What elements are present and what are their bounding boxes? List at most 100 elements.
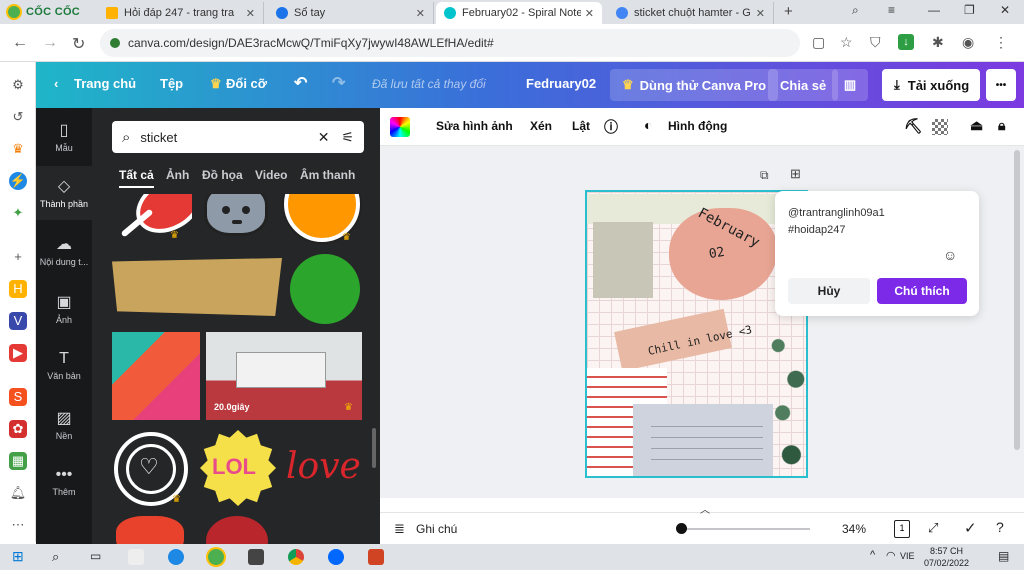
emoji-icon[interactable]: ☺ bbox=[943, 247, 957, 263]
check-circle-icon[interactable]: ✓ bbox=[964, 519, 977, 537]
browser-brand[interactable]: CỐC CỐC bbox=[0, 0, 96, 24]
undo-icon[interactable]: ↶ bbox=[294, 73, 307, 93]
stripe-graphic[interactable] bbox=[112, 332, 200, 420]
zalo-icon[interactable] bbox=[328, 549, 344, 565]
zoom-slider-handle[interactable] bbox=[676, 523, 687, 534]
green-circle-sticker[interactable] bbox=[288, 254, 364, 324]
crop-button[interactable]: Xén bbox=[530, 119, 552, 133]
duplicate-page-icon[interactable]: ⧉ bbox=[760, 168, 769, 183]
design-title[interactable]: Fedruary02 bbox=[526, 76, 596, 91]
add-shortcut-icon[interactable]: + bbox=[9, 248, 27, 266]
hoidap-shortcut-icon[interactable]: H bbox=[9, 280, 27, 298]
file-explorer-icon[interactable] bbox=[128, 549, 144, 565]
bookmark-star-icon[interactable]: ☆ bbox=[840, 34, 853, 51]
notification-bell-icon[interactable]: 🔔︎ bbox=[9, 484, 27, 502]
browser-tab-hoidap[interactable]: Hỏi đáp 247 - trang tra ✕ bbox=[98, 2, 264, 24]
filter-sliders-icon[interactable]: ⚟ bbox=[341, 129, 354, 146]
try-pro-button[interactable]: ♛ Dùng thử Canva Pro bbox=[610, 69, 779, 101]
edge-icon[interactable] bbox=[168, 549, 184, 565]
comment-mention[interactable]: @trantranglinh09a1 bbox=[788, 207, 885, 219]
v-shortcut-icon[interactable]: V bbox=[9, 312, 27, 330]
help-icon[interactable]: ? bbox=[996, 519, 1004, 535]
rail-uploads[interactable]: ☁ Nội dung t... bbox=[36, 234, 92, 267]
lottery-icon[interactable]: ✿ bbox=[9, 420, 27, 438]
video-thumbnail[interactable]: 20.0giây ♛ bbox=[206, 332, 362, 420]
minimize-icon[interactable]: — bbox=[928, 3, 940, 17]
download-button[interactable]: ⤓ Tải xuống bbox=[882, 69, 980, 101]
sheet-icon[interactable]: ▦ bbox=[9, 452, 27, 470]
tab-search-icon[interactable]: ⌕ bbox=[852, 3, 859, 18]
shopee-icon[interactable]: S bbox=[9, 388, 27, 406]
file-menu-button[interactable]: Tệp bbox=[160, 76, 183, 91]
forward-icon[interactable]: → bbox=[42, 34, 58, 52]
extensions-icon[interactable]: ✱ bbox=[932, 34, 944, 51]
edit-image-button[interactable]: Sửa hình ảnh bbox=[436, 119, 513, 133]
tab-photos[interactable]: Ảnh bbox=[166, 168, 189, 182]
history-icon[interactable]: ↺ bbox=[9, 108, 27, 126]
tab-video[interactable]: Video bbox=[255, 168, 287, 182]
add-page-icon[interactable]: ⊞ bbox=[790, 166, 801, 182]
crown-icon[interactable]: ♛ bbox=[9, 140, 27, 158]
tray-chevron-icon[interactable]: ^ bbox=[870, 549, 875, 561]
clock-time[interactable]: 8:57 CH bbox=[930, 546, 963, 556]
animate-button[interactable]: Hình động bbox=[668, 119, 727, 133]
close-tab-icon[interactable]: ✕ bbox=[416, 7, 425, 20]
reload-icon[interactable]: ↻ bbox=[72, 34, 85, 54]
back-icon[interactable]: ← bbox=[12, 34, 28, 52]
tab-audio[interactable]: Âm thanh bbox=[300, 168, 355, 182]
browser-tab-google[interactable]: sticket chuột hamter - G ✕ bbox=[608, 2, 774, 24]
redo-icon[interactable]: ↷ bbox=[332, 73, 345, 93]
close-window-icon[interactable]: ✕ bbox=[1000, 3, 1010, 17]
coccoc-taskbar-icon[interactable] bbox=[208, 549, 224, 565]
umbrella-sticker[interactable]: ♛ bbox=[112, 194, 192, 244]
search-input[interactable]: sticket bbox=[140, 130, 317, 145]
fullscreen-icon[interactable]: ⤢ bbox=[928, 520, 938, 536]
back-chevron-icon[interactable]: ‹ bbox=[54, 76, 58, 91]
youtube-icon[interactable]: ▶ bbox=[9, 344, 27, 362]
task-view-icon[interactable]: ▭ bbox=[90, 549, 101, 563]
input-language[interactable]: VIE bbox=[900, 551, 915, 561]
lock-icon[interactable]: 🔒︎ bbox=[998, 117, 1005, 134]
powerpoint-icon[interactable] bbox=[368, 549, 384, 565]
windows-start-icon[interactable]: ⊞ bbox=[12, 548, 24, 565]
rail-text[interactable]: T Văn bản bbox=[36, 350, 92, 381]
zoom-slider[interactable] bbox=[682, 528, 810, 530]
rail-photos[interactable]: ▣ Ảnh bbox=[36, 292, 92, 325]
messenger-icon[interactable]: ⚡ bbox=[9, 172, 27, 190]
share-button[interactable]: Chia sẻ bbox=[768, 69, 839, 101]
position-icon[interactable]: ⏏ bbox=[970, 117, 983, 134]
search-box[interactable]: ⌕ sticket ✕ ⚟ bbox=[112, 121, 364, 153]
rail-background[interactable]: ▨ Nền bbox=[36, 408, 92, 441]
notification-center-icon[interactable]: ▤ bbox=[998, 549, 1009, 563]
taskbar-search-icon[interactable]: ⌕ bbox=[52, 549, 59, 565]
tab-all[interactable]: Tất cả bbox=[119, 168, 154, 188]
tab-graphics[interactable]: Đồ họa bbox=[202, 168, 243, 182]
browser-menu-icon[interactable]: ⋮ bbox=[994, 34, 1008, 51]
panel-scrollbar[interactable] bbox=[372, 428, 376, 468]
flip-button[interactable]: Lật bbox=[572, 119, 590, 133]
show-pages-chevron-icon[interactable]: ︿ bbox=[700, 501, 710, 516]
rail-more[interactable]: ••• Thêm bbox=[36, 466, 92, 497]
day-text[interactable]: 02 bbox=[708, 245, 726, 262]
red-seal-sticker[interactable] bbox=[202, 514, 272, 544]
new-tab-button[interactable]: + bbox=[784, 3, 793, 20]
page-count[interactable]: 1 bbox=[894, 520, 910, 538]
close-tab-icon[interactable]: ✕ bbox=[246, 7, 255, 20]
rail-elements[interactable]: ◇ Thành phần bbox=[36, 166, 92, 220]
clock-date[interactable]: 07/02/2022 bbox=[924, 558, 969, 568]
home-button[interactable]: Trang chủ bbox=[74, 76, 136, 91]
store-icon[interactable] bbox=[248, 549, 264, 565]
shield-icon[interactable]: ⛉ bbox=[870, 34, 881, 51]
love-script-sticker[interactable]: love bbox=[286, 428, 364, 508]
close-tab-icon[interactable]: ✕ bbox=[585, 7, 594, 20]
more-icon[interactable]: ⋯ bbox=[9, 516, 27, 534]
zoom-level[interactable]: 34% bbox=[842, 522, 866, 536]
browser-tab-sotay[interactable]: Sổ tay ✕ bbox=[268, 2, 434, 24]
rail-templates[interactable]: ▯ Mẫu bbox=[36, 120, 92, 153]
transparency-icon[interactable] bbox=[932, 119, 948, 135]
url-field[interactable]: canva.com/design/DAE3racMcwQ/TmiFqXy7jwy… bbox=[100, 29, 800, 57]
wifi-icon[interactable]: ◠ bbox=[886, 549, 896, 562]
download-extension-icon[interactable]: ↓ bbox=[898, 34, 914, 50]
menu-icon[interactable]: ≡ bbox=[888, 3, 895, 17]
canvas-scrollbar[interactable] bbox=[1014, 150, 1020, 450]
